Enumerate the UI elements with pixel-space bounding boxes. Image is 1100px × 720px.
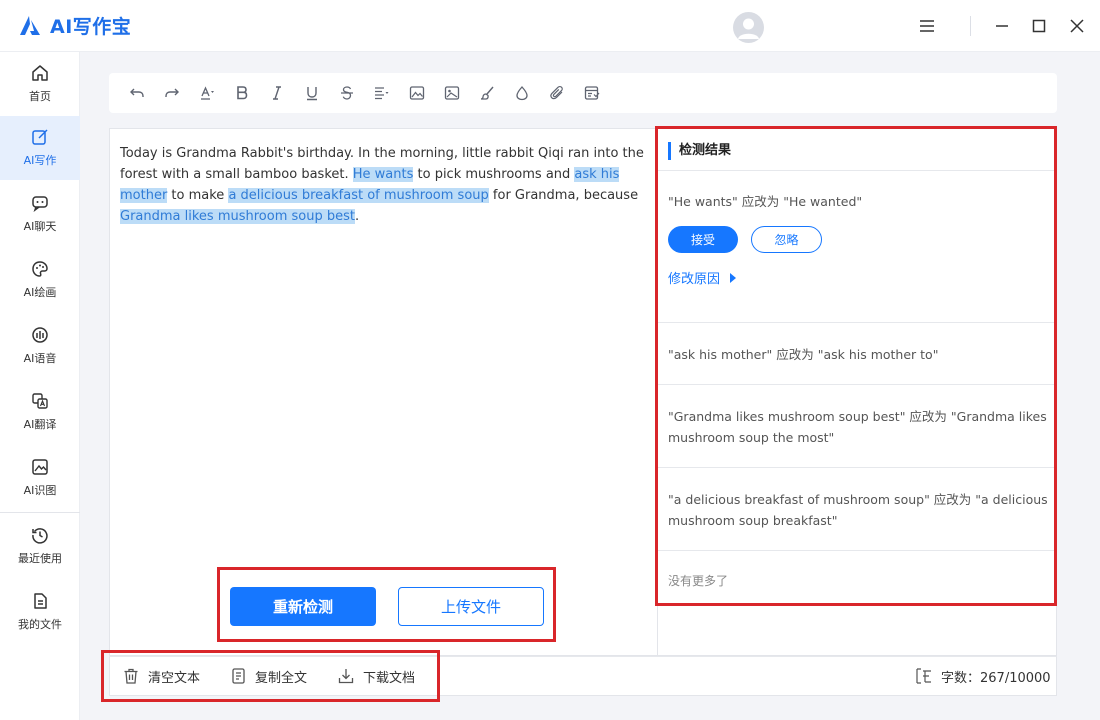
sidebar-item-ai-translate[interactable]: AI翻译 xyxy=(0,380,80,444)
recheck-button[interactable]: 重新检测 xyxy=(230,587,376,626)
history-icon xyxy=(31,526,49,544)
word-count: 字数：267/10000 xyxy=(915,665,1051,687)
sidebar-item-label: AI绘画 xyxy=(23,286,57,299)
sidebar-divider xyxy=(0,512,80,513)
text-segment: . xyxy=(354,209,360,224)
sidebar-item-label: AI写作 xyxy=(23,154,57,167)
sidebar-item-ai-paint[interactable]: AI绘画 xyxy=(0,248,80,312)
maximize-icon[interactable] xyxy=(1027,14,1051,38)
sidebar-item-label: 首页 xyxy=(29,90,51,103)
picture-icon[interactable] xyxy=(434,79,469,107)
minimize-icon[interactable] xyxy=(990,14,1014,38)
highlighted-error[interactable]: Grandma likes mushroom soup best xyxy=(120,209,355,224)
drop-icon[interactable] xyxy=(504,79,539,107)
undo-icon[interactable] xyxy=(119,79,154,107)
sidebar-item-ai-voice[interactable]: AI语音 xyxy=(0,314,80,378)
sidebar-item-home[interactable]: 首页 xyxy=(0,52,80,116)
font-color-icon[interactable] xyxy=(189,79,224,107)
sidebar-item-label: AI聊天 xyxy=(23,220,57,233)
sidebar-item-my-files[interactable]: 我的文件 xyxy=(0,580,80,644)
sidebar-item-label: 最近使用 xyxy=(18,552,62,565)
user-icon xyxy=(738,18,759,39)
file-icon xyxy=(31,592,49,610)
attachment-icon[interactable] xyxy=(539,79,574,107)
sidebar-item-label: AI语音 xyxy=(23,352,57,365)
sidebar-item-label: AI识图 xyxy=(23,484,57,497)
sidebar-item-ai-image[interactable]: AI识图 xyxy=(0,446,80,510)
avatar[interactable] xyxy=(733,12,764,43)
title-separator xyxy=(970,16,971,36)
logo-icon xyxy=(20,15,40,35)
image-recognize-icon xyxy=(31,458,49,476)
editor-text[interactable]: Today is Grandma Rabbit's birthday. In t… xyxy=(120,143,645,227)
sidebar-item-label: 我的文件 xyxy=(18,618,62,631)
align-icon[interactable] xyxy=(364,79,399,107)
text-segment: to pick mushrooms and xyxy=(413,167,575,182)
underline-icon[interactable] xyxy=(294,79,329,107)
title-bar: AI写作宝 xyxy=(0,0,1100,52)
translate-icon xyxy=(31,392,49,410)
italic-icon[interactable] xyxy=(259,79,294,107)
home-icon xyxy=(31,64,49,82)
chat-icon xyxy=(31,194,49,212)
menu-icon[interactable] xyxy=(915,14,939,38)
palette-icon xyxy=(31,260,49,278)
image-icon[interactable] xyxy=(399,79,434,107)
word-count-text: 字数：267/10000 xyxy=(941,670,1051,686)
brush-icon[interactable] xyxy=(469,79,504,107)
text-segment: to make xyxy=(167,188,229,203)
text-count-icon xyxy=(916,668,931,684)
annotation-box-bottom-actions xyxy=(101,650,440,702)
editor-toolbar xyxy=(109,73,1057,113)
strikethrough-icon[interactable] xyxy=(329,79,364,107)
sidebar-item-ai-write[interactable]: AI写作 xyxy=(0,116,80,180)
template-icon[interactable] xyxy=(574,79,609,107)
close-icon[interactable] xyxy=(1065,14,1089,38)
sidebar-item-ai-chat[interactable]: AI聊天 xyxy=(0,182,80,246)
write-icon xyxy=(31,128,49,146)
sidebar-item-recent[interactable]: 最近使用 xyxy=(0,514,80,578)
redo-icon[interactable] xyxy=(154,79,189,107)
voice-icon xyxy=(31,326,49,344)
sidebar: 首页 AI写作 AI聊天 AI绘画 AI语音 AI翻译 AI识图 最近使用 我的… xyxy=(0,52,80,720)
app-logo: AI写作宝 xyxy=(18,12,131,39)
sidebar-item-label: AI翻译 xyxy=(23,418,57,431)
app-title: AI写作宝 xyxy=(50,16,132,38)
highlighted-error[interactable]: a delicious breakfast of mushroom soup xyxy=(228,188,489,203)
upload-file-button[interactable]: 上传文件 xyxy=(398,587,544,626)
text-segment: for Grandma, because xyxy=(488,188,639,203)
bold-icon[interactable] xyxy=(224,79,259,107)
highlighted-error[interactable]: He wants xyxy=(352,167,414,182)
annotation-box-results xyxy=(655,126,1057,606)
